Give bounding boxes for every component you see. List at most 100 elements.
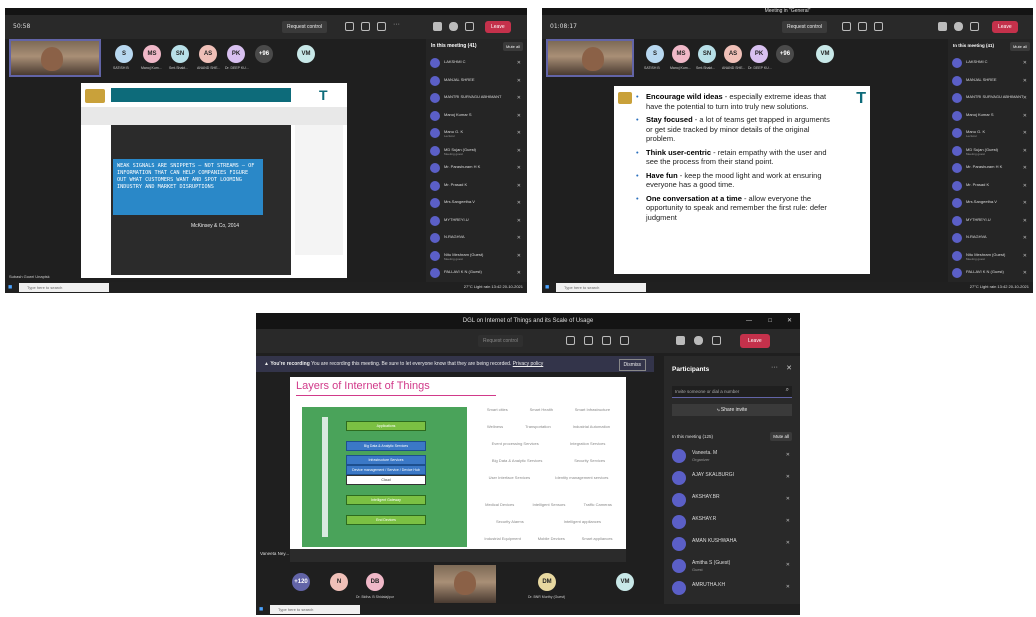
mic-off-icon[interactable]: ✕: [1023, 148, 1027, 154]
participant-row[interactable]: AKSHAY.R ✕: [672, 514, 792, 532]
mic-icon[interactable]: [954, 22, 963, 31]
mic-off-icon[interactable]: ✕: [1023, 130, 1027, 136]
mic-off-icon[interactable]: ✕: [517, 165, 521, 171]
mic-off-icon[interactable]: ✕: [1023, 253, 1027, 259]
participant-row[interactable]: Manoj Kumar S ✕: [430, 110, 523, 122]
share-invite-button[interactable]: ⤷ Share invite: [672, 404, 792, 416]
participant-avatar[interactable]: +120: [292, 573, 310, 591]
chat-icon[interactable]: [345, 22, 354, 31]
chat-icon[interactable]: [566, 336, 575, 345]
participant-row[interactable]: MYTHREYI.U ✕: [952, 215, 1029, 227]
mic-off-icon[interactable]: ✕: [1023, 218, 1027, 224]
camera-icon[interactable]: [938, 22, 947, 31]
invite-input[interactable]: Invite someone or dial a number ⌕: [672, 386, 792, 398]
raise-hand-icon[interactable]: [377, 22, 386, 31]
participant-row[interactable]: AMRUTHA.KH ✕: [672, 580, 792, 598]
participant-row[interactable]: MYTHREYI.U ✕: [430, 215, 523, 227]
leave-button[interactable]: Leave: [992, 21, 1018, 33]
participant-avatar[interactable]: S: [115, 45, 133, 63]
mic-off-icon[interactable]: ✕: [517, 270, 521, 276]
participant-row[interactable]: MANJAL SHREE ✕: [430, 75, 523, 87]
mic-off-icon[interactable]: ✕: [1023, 165, 1027, 171]
share-icon[interactable]: [465, 22, 474, 31]
mic-off-icon[interactable]: ✕: [517, 200, 521, 206]
mic-off-icon[interactable]: ✕: [786, 540, 790, 546]
mic-off-icon[interactable]: ✕: [1023, 113, 1027, 119]
participant-row[interactable]: Amitha S (Guest) Guest ✕: [672, 558, 792, 576]
participant-row[interactable]: Nitu Meshram (Guest) Meeting guest ✕: [952, 250, 1029, 262]
participant-avatar[interactable]: VM: [816, 45, 834, 63]
participant-avatar[interactable]: AS: [199, 45, 217, 63]
taskbar-search[interactable]: Type here to search: [556, 283, 646, 292]
participant-row[interactable]: Nitu Meshram (Guest) Meeting guest ✕: [430, 250, 523, 262]
privacy-link[interactable]: Privacy policy: [513, 361, 544, 367]
mic-off-icon[interactable]: ✕: [1023, 60, 1027, 66]
participant-row[interactable]: Mr. Parashuram H K ✕: [430, 162, 523, 174]
participant-avatar[interactable]: SN: [698, 45, 716, 63]
participant-avatar[interactable]: MS: [672, 45, 690, 63]
participant-row[interactable]: N.RAGHVA ✕: [430, 232, 523, 244]
mic-off-icon[interactable]: ✕: [1023, 235, 1027, 241]
participant-row[interactable]: Vaneeta. M Organizer ✕: [672, 448, 792, 466]
participant-row[interactable]: AJAY SKALBURGI ✕: [672, 470, 792, 488]
camera-icon[interactable]: [433, 22, 442, 31]
people-icon[interactable]: [858, 22, 867, 31]
minimize-icon[interactable]: —: [746, 313, 752, 329]
participant-avatar[interactable]: S: [646, 45, 664, 63]
participant-row[interactable]: MANJAL SHREE ✕: [952, 75, 1029, 87]
mute-all-button[interactable]: Mute all: [770, 432, 792, 441]
participant-row[interactable]: LAKSHMI C ✕: [952, 57, 1029, 69]
participant-row[interactable]: AKSHAY.BR ✕: [672, 492, 792, 510]
mic-off-icon[interactable]: ✕: [1023, 270, 1027, 276]
participant-avatar[interactable]: N: [330, 573, 348, 591]
mic-off-icon[interactable]: ✕: [517, 148, 521, 154]
participant-row[interactable]: PALLAVI K N (Guest) ✕: [430, 267, 523, 279]
mic-off-icon[interactable]: ✕: [1023, 200, 1027, 206]
mic-off-icon[interactable]: ✕: [517, 253, 521, 259]
mic-off-icon[interactable]: ✕: [517, 60, 521, 66]
participant-avatar[interactable]: +96: [776, 45, 794, 63]
windows-start-icon[interactable]: ■: [545, 284, 552, 291]
chat-icon[interactable]: [842, 22, 851, 31]
maximize-icon[interactable]: □: [768, 313, 772, 329]
participant-avatar[interactable]: DM: [538, 573, 556, 591]
participant-avatar[interactable]: AS: [724, 45, 742, 63]
mic-off-icon[interactable]: ✕: [786, 518, 790, 524]
mic-off-icon[interactable]: ✕: [517, 95, 521, 101]
mic-off-icon[interactable]: ✕: [786, 496, 790, 502]
participant-row[interactable]: MD Sujan (Guest) Meeting guest ✕: [430, 145, 523, 157]
leave-button[interactable]: Leave: [740, 334, 770, 348]
share-icon[interactable]: [970, 22, 979, 31]
mute-all-button[interactable]: Mute all: [502, 42, 523, 51]
participant-avatar[interactable]: DB: [366, 573, 384, 591]
more-icon[interactable]: [620, 336, 629, 345]
participant-avatar[interactable]: VM: [616, 573, 634, 591]
mic-off-icon[interactable]: ✕: [517, 218, 521, 224]
request-control-button[interactable]: Request control: [282, 21, 328, 33]
mute-all-button[interactable]: Mute all: [1009, 42, 1030, 51]
participant-row[interactable]: LAKSHMI C ✕: [430, 57, 523, 69]
participant-row[interactable]: Manu G. K Lecturer ✕: [430, 127, 523, 139]
mic-off-icon[interactable]: ✕: [1023, 78, 1027, 84]
participant-avatar[interactable]: PK: [227, 45, 245, 63]
participant-row[interactable]: Mr. Parashuram H K ✕: [952, 162, 1029, 174]
participant-avatar[interactable]: SN: [171, 45, 189, 63]
raise-hand-icon[interactable]: [874, 22, 883, 31]
taskbar-search[interactable]: Type here to search: [19, 283, 109, 292]
mic-off-icon[interactable]: ✕: [517, 78, 521, 84]
taskbar-search[interactable]: Type here to search: [270, 605, 360, 614]
participant-row[interactable]: Mr. Prasad K ✕: [952, 180, 1029, 192]
more-icon[interactable]: ···: [393, 21, 402, 31]
mic-icon[interactable]: [694, 336, 703, 345]
participant-row[interactable]: Mrs.Sangeetha.V ✕: [430, 197, 523, 209]
mic-off-icon[interactable]: ✕: [517, 130, 521, 136]
participant-avatar[interactable]: PK: [750, 45, 768, 63]
mic-off-icon[interactable]: ✕: [786, 562, 790, 568]
mic-off-icon[interactable]: ✕: [1023, 95, 1027, 101]
participant-avatar[interactable]: +96: [255, 45, 273, 63]
mic-off-icon[interactable]: ✕: [786, 474, 790, 480]
leave-button[interactable]: Leave: [485, 21, 511, 33]
participant-row[interactable]: MD Sujan (Guest) Meeting guest ✕: [952, 145, 1029, 157]
participant-row[interactable]: Manoj Kumar S ✕: [952, 110, 1029, 122]
mic-icon[interactable]: [449, 22, 458, 31]
